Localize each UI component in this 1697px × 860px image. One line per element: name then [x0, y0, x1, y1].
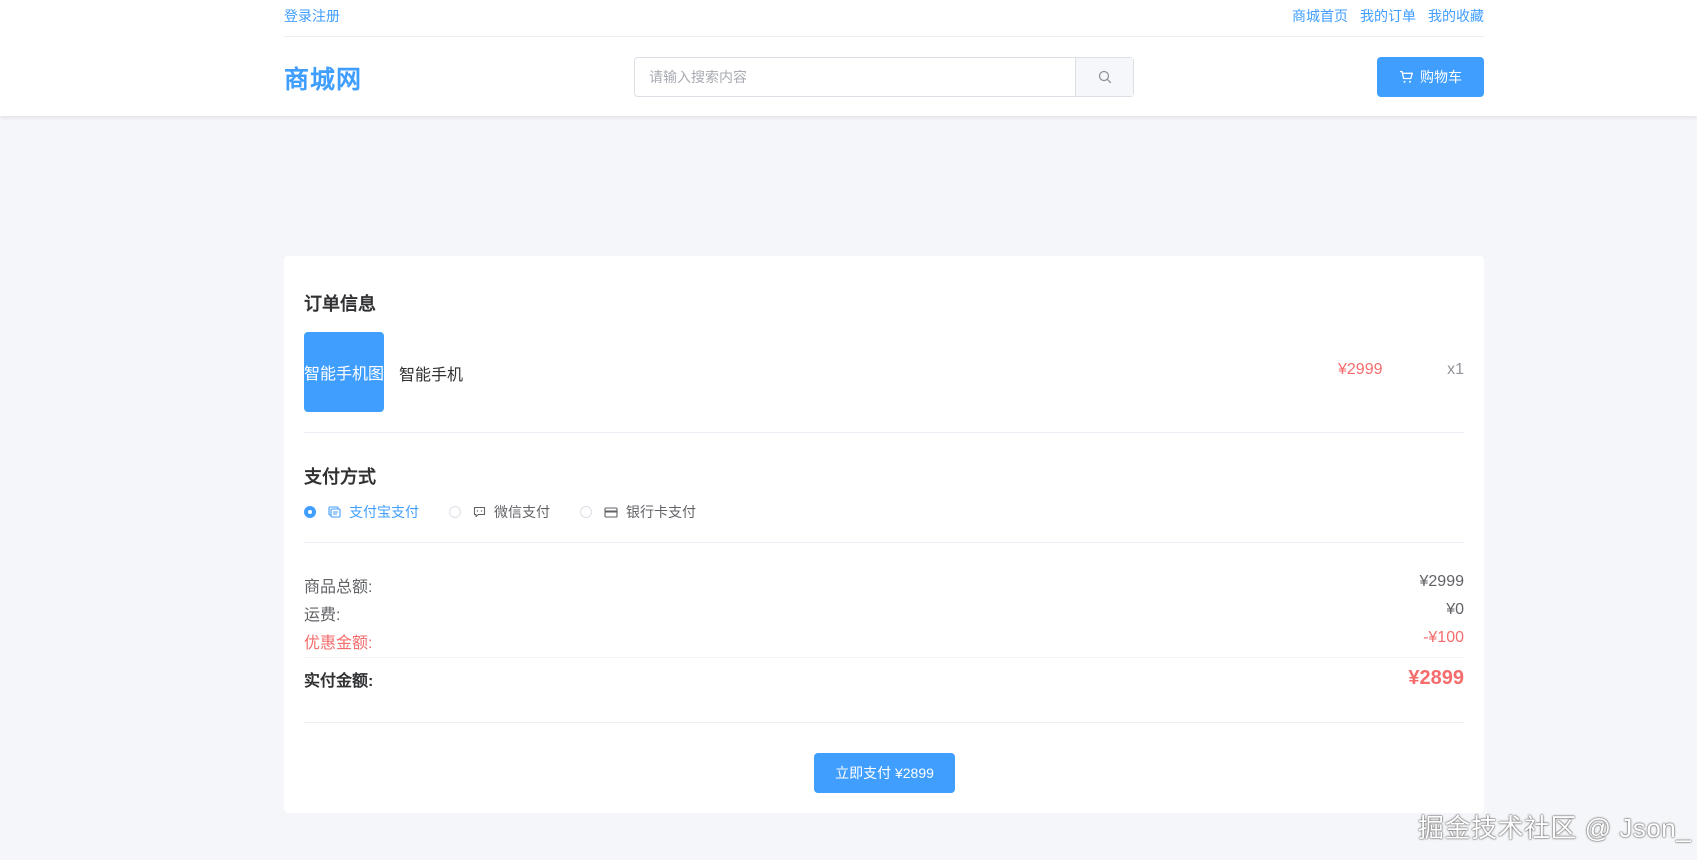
- site-logo[interactable]: 商城网: [284, 60, 362, 96]
- shipping-row: 运费: ¥0: [304, 601, 1464, 625]
- checkout-card: 订单信息 智能手机图 智能手机 ¥2999 x1 支付方式 支付宝支付 微信支付…: [284, 256, 1484, 813]
- login-register-link[interactable]: 登录注册: [284, 0, 340, 32]
- payment-option-label: 支付宝支付: [349, 504, 419, 520]
- shipping-value: ¥0: [1446, 601, 1464, 618]
- cart-button[interactable]: 购物车: [1377, 57, 1484, 97]
- order-info-title: 订单信息: [304, 294, 376, 314]
- payment-option-bank-card[interactable]: 银行卡支付: [580, 502, 696, 522]
- payment-option-wechat[interactable]: 微信支付: [449, 502, 550, 522]
- radio-button[interactable]: [580, 506, 592, 518]
- nav-my-favorites-link[interactable]: 我的收藏: [1428, 0, 1484, 32]
- search-icon: [1098, 70, 1111, 84]
- divider: [304, 657, 1464, 658]
- divider: [304, 542, 1464, 543]
- payment-option-alipay[interactable]: 支付宝支付: [304, 502, 419, 522]
- wechat-chat-icon: [473, 506, 486, 518]
- shopping-cart-icon: [1400, 70, 1413, 83]
- subtotal-value: ¥2999: [1419, 573, 1465, 590]
- radio-button[interactable]: [449, 506, 461, 518]
- search-bar: [634, 57, 1134, 97]
- total-row: 实付金额: ¥2899: [304, 667, 1464, 691]
- total-value: ¥2899: [1408, 667, 1464, 689]
- discount-value: -¥100: [1423, 629, 1464, 646]
- product-image: 智能手机图: [304, 332, 384, 412]
- discount-row: 优惠金额: -¥100: [304, 629, 1464, 653]
- search-input[interactable]: [635, 58, 1075, 96]
- divider: [304, 432, 1464, 433]
- watermark: 掘金技术社区 @ Json_: [1418, 813, 1692, 843]
- product-name: 智能手机: [399, 367, 464, 384]
- top-nav: 商城首页 我的订单 我的收藏: [1292, 0, 1484, 32]
- nav-my-orders-link[interactable]: 我的订单: [1360, 0, 1416, 32]
- radio-button[interactable]: [304, 506, 316, 518]
- subtotal-row: 商品总额: ¥2999: [304, 573, 1464, 597]
- credit-card-icon: [604, 506, 618, 518]
- payment-options: 支付宝支付 微信支付 银行卡支付: [304, 502, 726, 522]
- payment-method-title: 支付方式: [304, 467, 376, 487]
- cart-button-label: 购物车: [1420, 69, 1462, 85]
- discount-label: 优惠金额:: [304, 635, 373, 652]
- top-bar: 登录注册 商城首页 我的订单 我的收藏: [284, 0, 1484, 37]
- search-button[interactable]: [1075, 58, 1133, 96]
- nav-home-link[interactable]: 商城首页: [1292, 0, 1348, 32]
- product-price: ¥2999: [1338, 361, 1383, 378]
- pay-now-button[interactable]: 立即支付 ¥2899: [814, 753, 955, 793]
- payment-option-label: 微信支付: [494, 504, 550, 520]
- alipay-icon: [328, 506, 341, 518]
- product-quantity: x1: [1447, 361, 1464, 378]
- total-label: 实付金额:: [304, 673, 374, 690]
- subtotal-label: 商品总额:: [304, 579, 373, 596]
- payment-option-label: 银行卡支付: [626, 504, 696, 520]
- divider: [304, 722, 1464, 723]
- site-header: 登录注册 商城首页 我的订单 我的收藏 商城网 购物车: [0, 0, 1697, 116]
- shipping-label: 运费:: [304, 607, 341, 624]
